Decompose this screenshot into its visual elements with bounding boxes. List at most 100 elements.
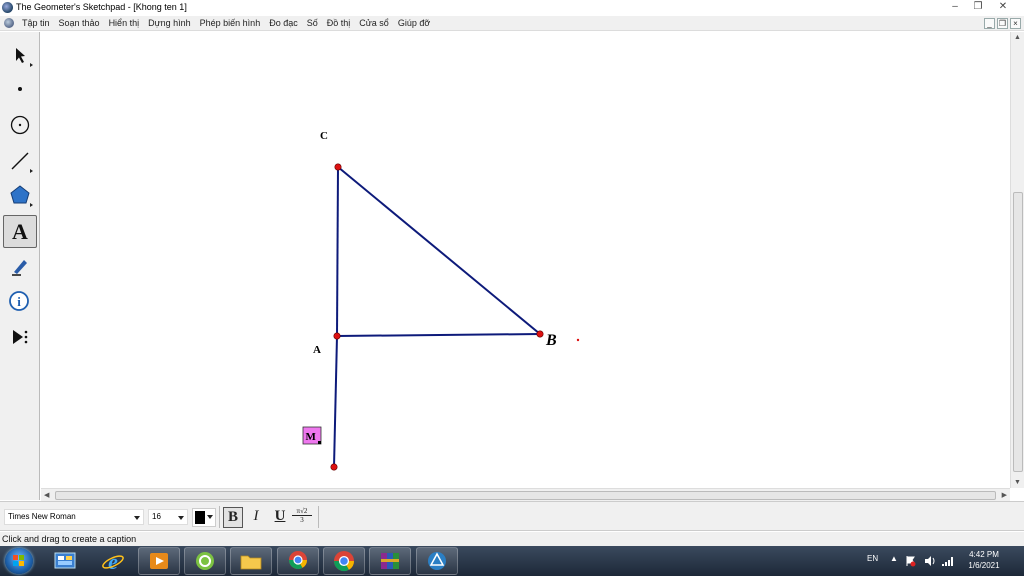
minimize-button[interactable]: –	[944, 1, 966, 14]
text-tool[interactable]: A	[3, 215, 37, 248]
control-panel-icon	[54, 552, 76, 569]
close-button[interactable]: ✕	[992, 1, 1014, 14]
taskbar-media-player[interactable]	[138, 547, 180, 575]
bold-button[interactable]: B	[223, 507, 243, 528]
doc-minimize-button[interactable]: _	[984, 18, 995, 29]
doc-restore-button[interactable]: ❐	[997, 18, 1008, 29]
italic-button[interactable]: I	[246, 507, 266, 528]
windows-taskbar: e EN ▲ 4:42 PM 1/6/2021	[0, 546, 1024, 576]
polygon-tool[interactable]	[3, 178, 37, 211]
divider	[219, 506, 220, 528]
media-player-icon	[150, 553, 168, 569]
label-m-handle[interactable]	[318, 441, 321, 444]
label-m[interactable]: M	[306, 431, 317, 443]
segment-am[interactable]	[333, 335, 338, 468]
taskbar-chrome-beta[interactable]	[277, 547, 319, 575]
maximize-button[interactable]: ❐	[967, 1, 989, 14]
start-button[interactable]	[5, 548, 33, 574]
windows-logo-icon	[13, 555, 24, 566]
taskbar-winrar[interactable]	[369, 547, 411, 575]
folder-icon	[240, 555, 262, 570]
horizontal-scroll-thumb[interactable]	[55, 491, 996, 500]
internet-explorer-icon: e	[102, 549, 124, 573]
circle-icon	[10, 115, 30, 134]
taskbar-chrome[interactable]	[323, 547, 365, 575]
clock-time: 4:42 PM	[969, 550, 999, 559]
pentagon-icon	[10, 184, 30, 203]
label-b[interactable]: B	[545, 332, 557, 349]
custom-tools[interactable]	[3, 320, 37, 353]
document-icon[interactable]	[4, 18, 14, 28]
clock-date: 1/6/2021	[968, 561, 1000, 570]
status-message: Click and drag to create a caption	[2, 534, 137, 544]
toolbox: A i	[0, 32, 40, 500]
segment-cb[interactable]	[337, 166, 541, 335]
vertical-scroll-thumb[interactable]	[1013, 192, 1023, 472]
tray-expand-icon[interactable]: ▲	[890, 554, 898, 563]
menu-window[interactable]: Cửa sổ	[359, 18, 389, 28]
chrome-icon	[333, 551, 355, 572]
vertical-scrollbar[interactable]: ▲ ▼	[1010, 32, 1024, 488]
menu-number[interactable]: Số	[307, 18, 318, 28]
point-m[interactable]	[330, 463, 338, 471]
segment-ab[interactable]	[336, 333, 541, 337]
action-center-flag-icon[interactable]	[904, 555, 916, 567]
window-title: The Geometer's Sketchpad - [Khong ten 1]	[16, 2, 187, 12]
text-format-bar: Times New Roman 16 B I U π√2 3	[0, 501, 1024, 531]
point-tool[interactable]	[3, 72, 37, 105]
taskbar-internet-explorer[interactable]: e	[92, 547, 134, 575]
point-a[interactable]	[333, 332, 341, 340]
horizontal-scrollbar[interactable]: ◀ ▶	[41, 488, 1010, 501]
menu-help[interactable]: Giúp đỡ	[398, 18, 430, 28]
chevron-down-icon	[134, 516, 140, 520]
scroll-down-icon[interactable]: ▼	[1014, 479, 1021, 486]
volume-icon[interactable]	[924, 555, 936, 567]
compass-tool[interactable]	[3, 108, 37, 141]
font-size-select[interactable]: 16	[148, 509, 188, 525]
scroll-left-icon[interactable]: ◀	[44, 491, 49, 499]
marker-tool[interactable]	[3, 249, 37, 282]
label-c[interactable]: C	[320, 130, 328, 142]
label-a[interactable]: A	[313, 344, 321, 356]
sketch-canvas[interactable]: C A B M	[41, 32, 1010, 488]
taskbar-file-explorer[interactable]	[230, 547, 272, 575]
selection-arrow-tool[interactable]	[3, 38, 37, 71]
menu-measure[interactable]: Đo đạc	[269, 18, 298, 28]
point-icon	[18, 86, 22, 91]
chevron-down-icon	[207, 515, 213, 519]
underline-button[interactable]: U	[270, 507, 290, 528]
menu-bar: Tập tin Soạn thảo Hiển thị Dựng hình Phé…	[0, 16, 1024, 31]
scroll-up-icon[interactable]: ▲	[1014, 34, 1021, 41]
menu-display[interactable]: Hiển thị	[109, 18, 140, 28]
tool-options-icon	[30, 63, 33, 67]
network-signal-icon[interactable]	[941, 555, 955, 567]
straightedge-tool[interactable]	[3, 144, 37, 177]
scroll-right-icon[interactable]: ▶	[1002, 491, 1007, 499]
information-tool[interactable]: i	[3, 284, 37, 317]
menu-edit[interactable]: Soạn thảo	[59, 18, 100, 28]
doc-close-button[interactable]: ×	[1010, 18, 1021, 29]
arrow-icon	[16, 47, 25, 63]
point-b[interactable]	[536, 330, 544, 338]
text-color-picker[interactable]	[192, 508, 216, 527]
menu-list: Tập tin Soạn thảo Hiển thị Dựng hình Phé…	[22, 18, 430, 28]
line-segment-icon	[11, 152, 29, 169]
tool-options-icon	[30, 169, 33, 173]
menu-construct[interactable]: Dựng hình	[148, 18, 191, 28]
sketch-drawing[interactable]: C A B M	[41, 32, 1010, 488]
menu-transform[interactable]: Phép biến hình	[200, 18, 261, 28]
taskbar-sketchpad[interactable]	[416, 547, 458, 575]
stray-point[interactable]	[576, 338, 580, 342]
segment-ca[interactable]	[336, 166, 339, 337]
language-indicator[interactable]: EN	[867, 554, 878, 563]
system-clock[interactable]: 4:42 PM 1/6/2021	[964, 549, 1004, 571]
menu-graph[interactable]: Đồ thị	[327, 18, 351, 28]
math-format-button[interactable]: π√2 3	[292, 507, 312, 528]
font-family-select[interactable]: Times New Roman	[4, 509, 144, 525]
taskbar-control-panel[interactable]	[44, 547, 86, 575]
menu-file[interactable]: Tập tin	[22, 18, 50, 28]
font-size-value: 16	[152, 512, 161, 521]
sketchpad-icon	[428, 552, 446, 570]
point-c[interactable]	[334, 163, 342, 171]
taskbar-green-app[interactable]	[184, 547, 226, 575]
